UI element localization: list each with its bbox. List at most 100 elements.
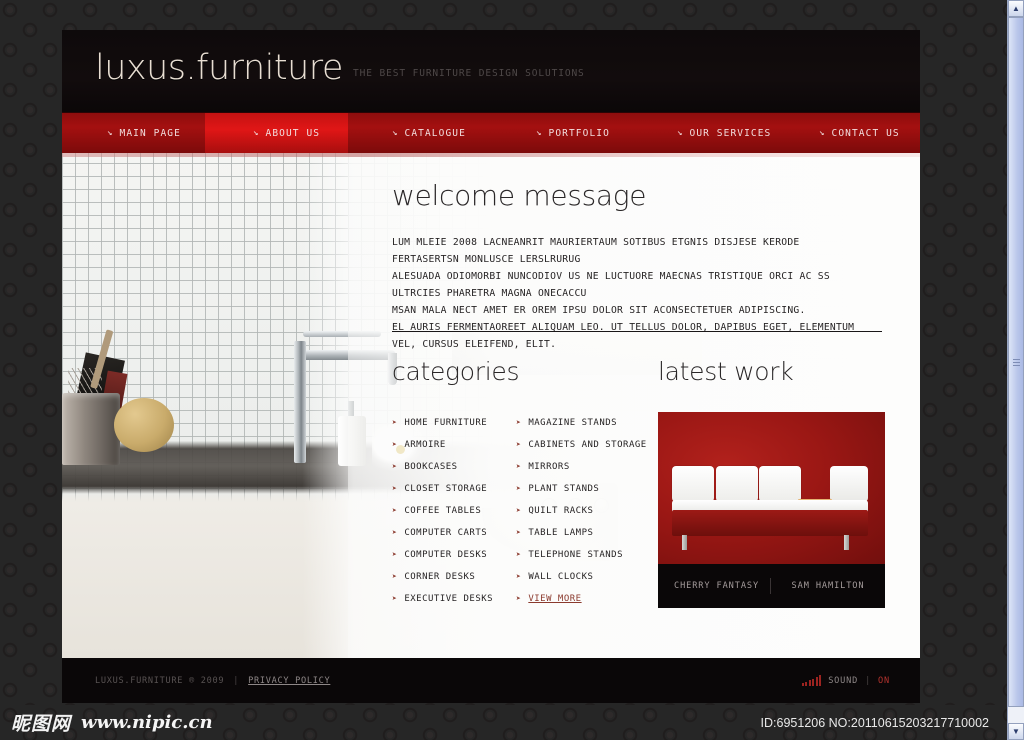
category-item[interactable]: ➤ PLANT STANDS <box>516 478 652 500</box>
category-item[interactable]: ➤ CORNER DESKS <box>392 566 502 588</box>
category-item[interactable]: ➤ CLOSET STORAGE <box>392 478 502 500</box>
welcome-line: LUM MLEIE 2008 LACNEANRIT MAURIERTAUM SO… <box>392 237 800 265</box>
nav-item-label: CATALOGUE <box>404 128 466 139</box>
sofa-arm <box>830 466 868 502</box>
arrow-right-icon: ➤ <box>392 440 398 449</box>
welcome-body: LUM MLEIE 2008 LACNEANRIT MAURIERTAUM SO… <box>392 234 862 353</box>
category-label: ARMOIRE <box>404 440 446 450</box>
category-item[interactable]: ➤ HOME FURNITURE <box>392 412 502 434</box>
project-author: SAM HAMILTON <box>791 581 865 591</box>
category-item[interactable]: ➤ CABINETS AND STORAGE <box>516 434 652 456</box>
main-column: welcome message LUM MLEIE 2008 LACNEANRI… <box>392 153 920 658</box>
arrow-right-icon: ➤ <box>392 462 398 471</box>
website-canvas: luxus.furniture THE BEST FURNITURE DESIG… <box>62 30 920 703</box>
arrow-right-icon: ➤ <box>516 484 522 493</box>
category-label: TELEPHONE STANDS <box>528 550 624 560</box>
arrow-right-icon: ➤ <box>516 418 522 427</box>
categories-columns: ➤ HOME FURNITURE ➤ ARMOIRE ➤ BOOKCASES ➤ CLO… <box>392 412 654 610</box>
sound-label[interactable]: SOUND <box>828 676 858 686</box>
arrow-down-right-icon: ↘ <box>253 128 260 138</box>
site-footer: LUXUS.FURNITURE ® 2009 | PRIVACY POLICY … <box>62 658 920 703</box>
arrow-right-icon: ➤ <box>392 484 398 493</box>
watermark-logo-cn: 昵图网 <box>11 713 72 735</box>
content-area: welcome message LUM MLEIE 2008 LACNEANRI… <box>62 153 920 658</box>
sound-state-toggle[interactable]: ON <box>878 676 890 686</box>
arrow-down-right-icon: ↘ <box>392 128 399 138</box>
scrollbar-thumb[interactable] <box>1008 17 1024 707</box>
footer-left: LUXUS.FURNITURE ® 2009 | PRIVACY POLICY <box>95 676 330 686</box>
nav-item-label: ABOUT US <box>265 128 321 139</box>
chevron-up-icon[interactable]: ▲ <box>1008 0 1024 17</box>
category-label: CABINETS AND STORAGE <box>528 440 647 450</box>
category-label: EXECUTIVE DESKS <box>404 594 494 604</box>
nav-item-label: CONTACT US <box>831 128 900 139</box>
main-navigation: ↘ MAIN PAGE ↘ ABOUT US ↘ CATALOGUE ↘ POR… <box>62 112 920 154</box>
sofa-leg <box>844 535 849 550</box>
categories-column-left: ➤ HOME FURNITURE ➤ ARMOIRE ➤ BOOKCASES ➤ CLO… <box>392 412 502 610</box>
category-item[interactable]: ➤ TELEPHONE STANDS <box>516 544 652 566</box>
faucet-column <box>294 341 306 463</box>
latest-work-title: latest work <box>658 357 794 386</box>
category-view-more[interactable]: ➤ VIEW MORE <box>516 588 652 610</box>
welcome-line: EL AURIS FERMENTAOREET ALIQUAM LEO. UT T… <box>392 322 855 350</box>
melon-shape <box>114 398 174 452</box>
category-item[interactable]: ➤ COMPUTER CARTS <box>392 522 502 544</box>
category-label: MIRRORS <box>528 462 570 472</box>
nav-item-our-services[interactable]: ↘ OUR SERVICES <box>634 113 777 154</box>
category-item[interactable]: ➤ COFFEE TABLES <box>392 500 502 522</box>
categories-title: categories <box>392 357 520 386</box>
category-item[interactable]: ➤ ARMOIRE <box>392 434 502 456</box>
arrow-right-icon: ➤ <box>392 550 398 559</box>
arrow-right-icon: ➤ <box>392 594 398 603</box>
category-item[interactable]: ➤ TABLE LAMPS <box>516 522 652 544</box>
nav-item-catalogue[interactable]: ↘ CATALOGUE <box>348 113 491 154</box>
latest-work-card[interactable]: CHERRY FANTASY SAM HAMILTON <box>658 412 885 608</box>
category-item[interactable]: ➤ BOOKCASES <box>392 456 502 478</box>
privacy-policy-link[interactable]: PRIVACY POLICY <box>248 676 330 686</box>
welcome-line: MSAN MALA NECT AMET ER OREM IPSU DOLOR S… <box>392 305 806 316</box>
site-header: luxus.furniture THE BEST FURNITURE DESIG… <box>62 30 920 112</box>
category-label: COMPUTER CARTS <box>404 528 488 538</box>
category-label: COFFEE TABLES <box>404 506 482 516</box>
category-item[interactable]: ➤ COMPUTER DESKS <box>392 544 502 566</box>
latest-work-image[interactable] <box>658 412 885 564</box>
category-label: BOOKCASES <box>404 462 458 472</box>
arrow-right-icon: ➤ <box>516 572 522 581</box>
nav-item-portfolio[interactable]: ↘ PORTFOLIO <box>491 113 634 154</box>
vertical-scrollbar[interactable]: ▲ ▼ <box>1007 0 1024 740</box>
watermark-bar: 昵图网 www.nipic.cn ID:6951206 NO:201106152… <box>0 705 1007 740</box>
category-label: CORNER DESKS <box>404 572 476 582</box>
watermark-id-text: ID:6951206 NO:20110615203217710002 <box>760 715 989 730</box>
project-name: CHERRY FANTASY <box>674 581 760 591</box>
category-label: TABLE LAMPS <box>528 528 594 538</box>
utensils-group <box>66 328 128 416</box>
chevron-down-icon[interactable]: ▼ <box>1008 723 1024 740</box>
nav-item-main-page[interactable]: ↘ MAIN PAGE <box>62 113 205 154</box>
category-item[interactable]: ➤ EXECUTIVE DESKS <box>392 588 502 610</box>
nav-item-label: PORTFOLIO <box>548 128 610 139</box>
nav-item-label: OUR SERVICES <box>689 128 772 139</box>
nav-item-about-us[interactable]: ↘ ABOUT US <box>205 113 348 154</box>
arrow-right-icon: ➤ <box>392 528 398 537</box>
arrow-right-icon: ➤ <box>516 594 522 603</box>
category-item[interactable]: ➤ MIRRORS <box>516 456 652 478</box>
sound-separator: | <box>865 675 872 686</box>
category-item[interactable]: ➤ WALL CLOCKS <box>516 566 652 588</box>
site-logo[interactable]: luxus.furniture <box>95 48 343 88</box>
category-label: HOME FURNITURE <box>404 418 488 428</box>
category-label: PLANT STANDS <box>528 484 600 494</box>
footer-sound-control: SOUND | ON <box>801 675 890 686</box>
copyright-text: LUXUS.FURNITURE ® 2009 <box>95 675 225 686</box>
category-label: CLOSET STORAGE <box>404 484 488 494</box>
nav-item-label: MAIN PAGE <box>119 128 181 139</box>
footer-separator: | <box>233 675 240 686</box>
category-item[interactable]: ➤ QUILT RACKS <box>516 500 652 522</box>
scrollbar-track[interactable] <box>1008 17 1024 723</box>
sofa-cushion <box>716 466 758 502</box>
arrow-right-icon: ➤ <box>516 440 522 449</box>
latest-work-section: latest work CHERRY FANTASY SAM HAMILTON <box>658 357 888 608</box>
category-item[interactable]: ➤ MAGAZINE STANDS <box>516 412 652 434</box>
nav-item-contact-us[interactable]: ↘ CONTACT US <box>777 113 920 154</box>
categories-column-right: ➤ MAGAZINE STANDS ➤ CABINETS AND STORAGE ➤… <box>516 412 652 610</box>
arrow-down-right-icon: ↘ <box>536 128 543 138</box>
